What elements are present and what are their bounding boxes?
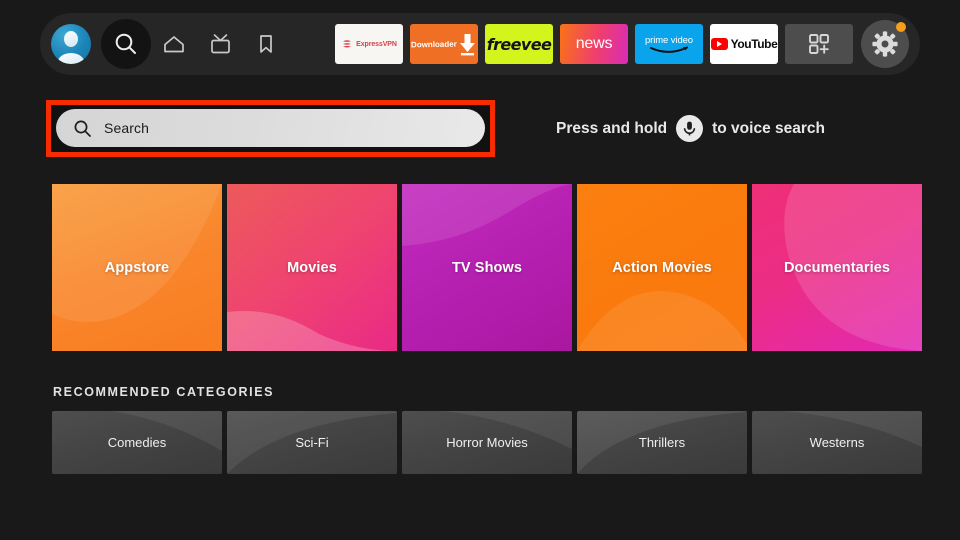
live-tv-icon [210,33,230,53]
recommended-tile-label: Westerns [809,435,865,450]
category-tile-label: TV Shows [451,259,523,276]
voice-search-hint: Press and hold to voice search [556,115,825,142]
search-icon-button[interactable] [101,19,151,69]
search-icon [115,33,136,54]
nav-left-group [40,13,289,75]
category-tile-appstore[interactable]: Appstore [52,184,222,351]
category-tile-label: Documentaries [783,259,891,276]
category-tile-label: Appstore [104,259,170,276]
voice-hint-suffix: to voice search [712,119,825,137]
category-tile-documentaries[interactable]: Documentaries [752,184,922,351]
category-tile-movies[interactable]: Movies [227,184,397,351]
microphone-button[interactable] [676,115,704,142]
recommended-tile-thrillers[interactable]: Thrillers [577,411,747,474]
app-tile-expressvpn[interactable]: ExpressVPN [335,24,403,64]
recommended-tile-westerns[interactable]: Westerns [752,411,922,474]
app-tile-youtube[interactable]: YouTube [710,24,778,64]
freevee-label: freevee [486,34,552,54]
recommended-tile-label: Horror Movies [446,435,528,450]
fire-tv-home-screen: ExpressVPN Downloader freevee news prime… [0,0,960,540]
avatar-body [57,53,85,64]
expressvpn-logo: ExpressVPN [341,38,397,50]
download-arrow-icon [459,34,475,56]
search-icon [74,120,91,137]
youtube-logo: YouTube [710,37,778,51]
category-tile-label: Action Movies [612,259,712,276]
nav-item-home[interactable] [151,33,197,55]
avatar [51,24,91,64]
app-shortcuts: ExpressVPN Downloader freevee news prime… [335,20,909,68]
app-tile-news[interactable]: news [560,24,628,64]
prime-video-label: prime video [644,35,693,46]
app-tile-apps-grid[interactable] [785,24,853,64]
downloader-label: Downloader [411,39,457,49]
recommended-tile-label: Sci-Fi [295,435,329,450]
settings-button[interactable] [861,20,909,68]
app-tile-downloader[interactable]: Downloader [410,24,478,64]
top-navigation-bar: ExpressVPN Downloader freevee news prime… [40,13,920,75]
amazon-smile-icon [650,46,688,53]
nav-item-watchlist[interactable] [243,33,289,56]
recommended-tile-horror-movies[interactable]: Horror Movies [402,411,572,474]
recommended-tile-label: Thrillers [638,435,686,450]
microphone-icon [683,121,696,136]
settings-notification-badge [896,22,906,32]
search-input[interactable]: Search [56,109,485,147]
category-tile-action-movies[interactable]: Action Movies [577,184,747,351]
avatar-head [64,30,78,47]
news-label: news [575,35,613,52]
recommended-tile-comedies[interactable]: Comedies [52,411,222,474]
bookmark-icon [260,34,272,53]
profile-avatar[interactable] [49,22,93,66]
gear-icon [872,31,898,57]
category-tile-tv-shows[interactable]: TV Shows [402,184,572,351]
nav-item-live-tv[interactable] [197,33,243,56]
category-tile-label: Movies [287,259,337,276]
home-icon [164,36,184,53]
search-placeholder: Search [104,120,149,136]
expressvpn-mark-icon [343,40,352,48]
youtube-play-icon [710,38,728,50]
youtube-label: YouTube [730,37,778,51]
recommended-categories-heading: RECOMMENDED CATEGORIES [53,385,275,399]
expressvpn-label: ExpressVPN [356,40,397,48]
app-tile-freevee[interactable]: freevee [485,24,553,64]
recommended-tile-label: Comedies [107,435,167,450]
app-tile-prime-video[interactable]: prime video [635,24,703,64]
category-tiles-row: Appstore Movies TV Shows Action Movies D [52,184,922,351]
apps-grid-icon [809,34,829,54]
recommended-tiles-row: Comedies Sci-Fi Horror Movies Thrillers [52,411,922,474]
recommended-tile-sci-fi[interactable]: Sci-Fi [227,411,397,474]
voice-hint-prefix: Press and hold [556,119,668,137]
